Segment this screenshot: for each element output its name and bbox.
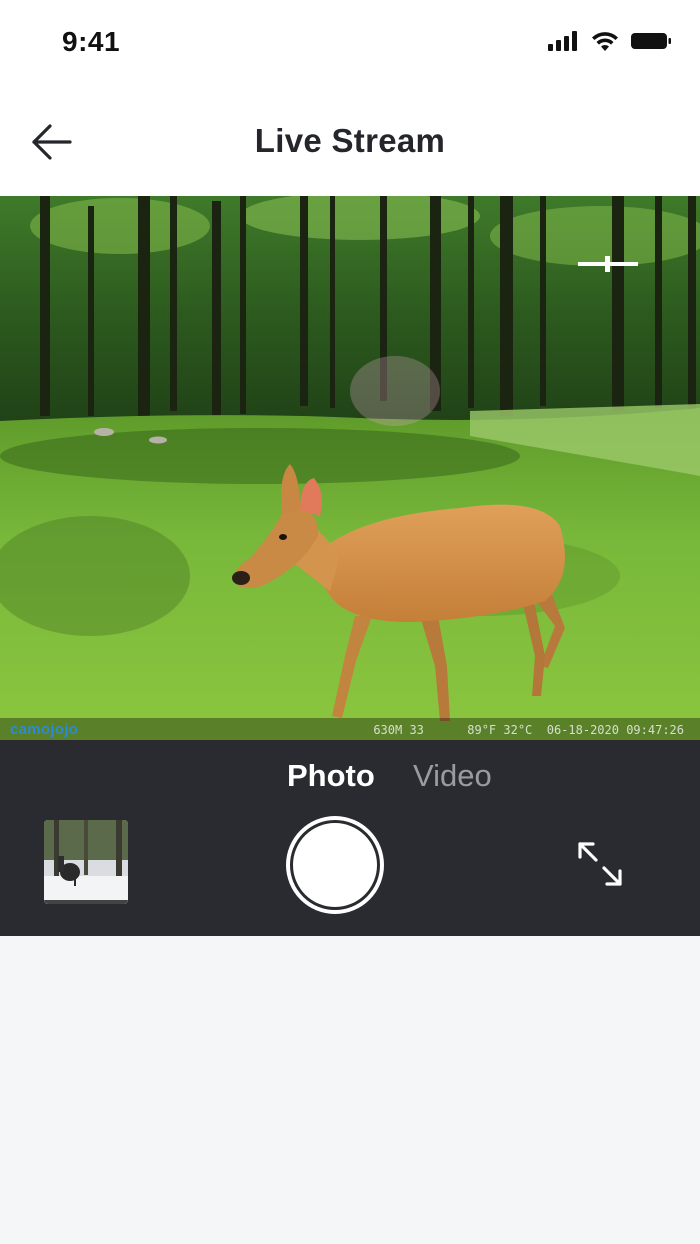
camera-control-panel: Photo Video bbox=[0, 740, 700, 936]
empty-area bbox=[0, 936, 700, 1244]
mode-tabs: Photo Video bbox=[0, 758, 700, 802]
status-icons bbox=[548, 30, 672, 57]
page-title: Live Stream bbox=[254, 122, 446, 159]
expand-arrows-icon[interactable] bbox=[576, 840, 624, 888]
thumbnail-image bbox=[44, 820, 128, 904]
header: Live Stream bbox=[0, 88, 700, 196]
status-time: 9:41 bbox=[62, 26, 121, 57]
wifi-icon bbox=[590, 30, 620, 57]
stream-brand-label: camojojo bbox=[10, 721, 79, 738]
shutter-ring bbox=[290, 820, 380, 910]
shutter-button[interactable] bbox=[286, 816, 384, 914]
status-bar: 9:41 bbox=[0, 0, 700, 88]
tab-video[interactable]: Video bbox=[413, 758, 492, 794]
tab-photo[interactable]: Photo bbox=[287, 758, 375, 794]
zoom-slider-icon[interactable] bbox=[578, 254, 638, 274]
battery-icon bbox=[630, 31, 672, 56]
stream-info-text: 630M 33 89°F 32°C 06-18-2020 09:47:26 bbox=[373, 723, 684, 737]
cellular-signal-icon bbox=[548, 31, 580, 56]
live-stream-view[interactable]: camojojo 630M 33 89°F 32°C 06-18-2020 09… bbox=[0, 196, 700, 740]
stream-image bbox=[0, 196, 700, 740]
last-capture-thumbnail[interactable] bbox=[44, 820, 128, 904]
